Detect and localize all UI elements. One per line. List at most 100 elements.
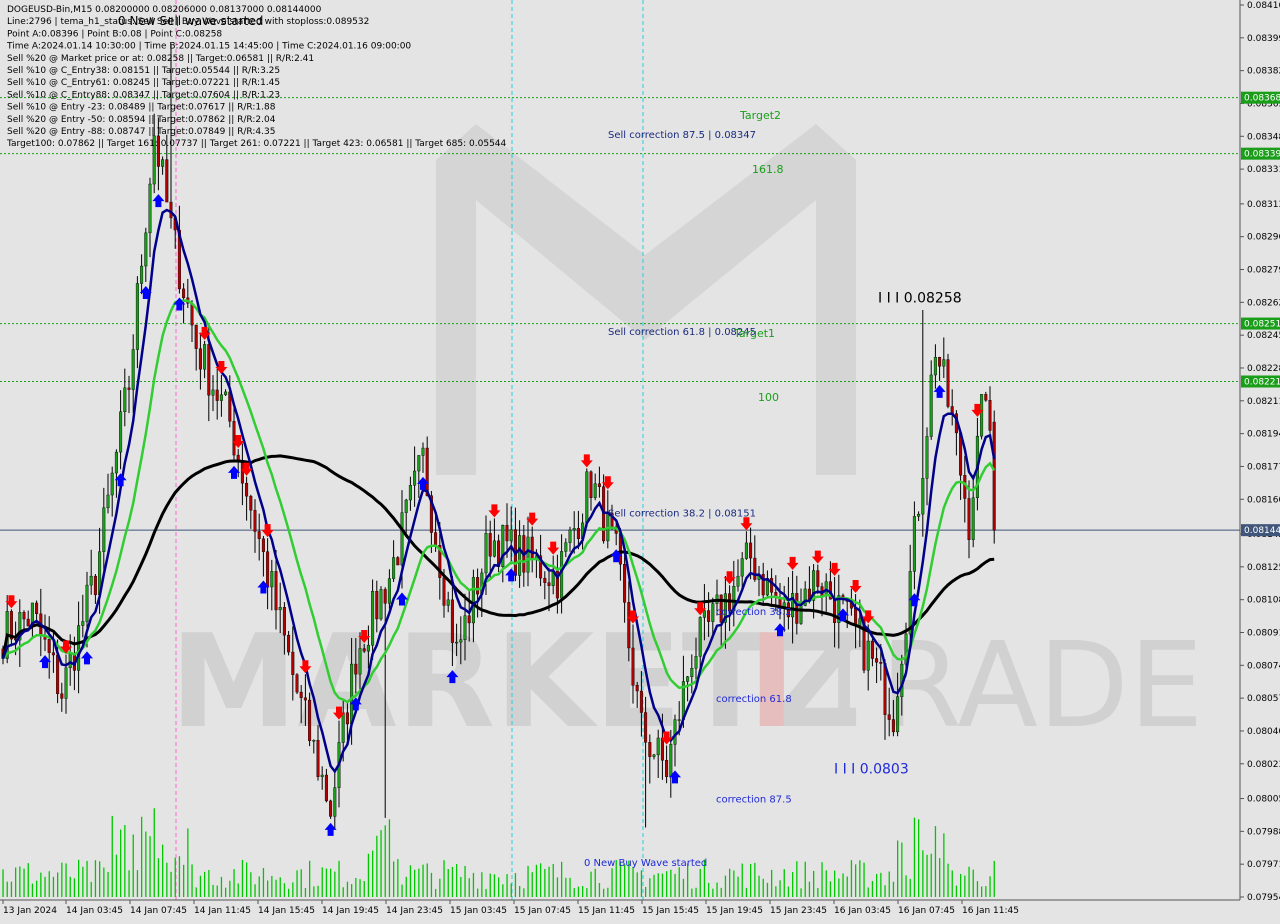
candle-body — [858, 618, 862, 626]
volume-bar — [187, 828, 189, 897]
price-tick-label: 0.08348 — [1247, 132, 1280, 142]
volume-bar — [262, 867, 265, 897]
candle-body — [635, 684, 639, 692]
volume-bar — [577, 886, 580, 897]
candle-body — [933, 357, 937, 376]
volume-bar — [603, 888, 605, 897]
volume-bar — [972, 869, 974, 897]
candle-body — [198, 348, 202, 370]
volume-bar — [380, 830, 382, 897]
volume-bar — [401, 884, 403, 897]
volume-bar — [418, 868, 420, 897]
candle-body — [833, 599, 837, 623]
candle-body — [925, 436, 929, 479]
volume-bar — [976, 881, 979, 897]
level-box-label-2: 0.08251 — [1244, 320, 1280, 330]
volume-bar — [981, 886, 983, 897]
candle-body — [908, 571, 912, 635]
volume-bar — [649, 878, 651, 897]
volume-bar — [880, 872, 882, 897]
candle-body — [560, 551, 564, 599]
volume-bar — [846, 876, 848, 897]
candle-body — [413, 470, 417, 486]
volume-bar — [279, 877, 281, 897]
volume-bar — [456, 864, 458, 897]
candle-body — [114, 451, 118, 474]
volume-bar — [393, 861, 395, 897]
volume-bar — [334, 871, 336, 897]
candle-body — [161, 159, 165, 167]
candle-body — [938, 357, 942, 367]
volume-bar — [947, 863, 949, 897]
volume-bar — [254, 884, 256, 897]
candle-body — [261, 538, 265, 552]
volume-bar — [10, 881, 13, 897]
volume-bar — [573, 888, 575, 897]
volume-bar — [23, 868, 25, 897]
price-tick-label: 0.08194 — [1247, 430, 1280, 440]
volume-bar — [834, 870, 836, 897]
volume-bar — [556, 877, 559, 897]
volume-bar — [376, 835, 378, 897]
volume-bar — [15, 867, 17, 897]
volume-bar — [212, 884, 214, 897]
volume-bar — [712, 888, 714, 897]
volume-bar — [678, 867, 680, 897]
volume-bar — [510, 883, 512, 897]
candle-body — [291, 651, 295, 675]
annotation-3: I I I 0.08258 — [878, 290, 962, 306]
volume-bar — [930, 853, 932, 897]
volume-bar — [716, 882, 718, 897]
time-tick-label: 14 Jan 15:45 — [258, 906, 315, 916]
candle-body — [505, 524, 509, 542]
volume-bar — [636, 872, 638, 897]
volume-bar — [397, 859, 399, 897]
volume-bar — [31, 883, 34, 897]
volume-bar — [611, 868, 613, 897]
candle-body — [320, 774, 324, 777]
volume-bar — [905, 875, 907, 897]
price-tick-label: 0.08160 — [1247, 495, 1280, 505]
price-tick-label: 0.08228 — [1247, 364, 1280, 374]
volume-bar — [993, 860, 995, 897]
candle-body — [383, 589, 387, 604]
candle-body — [702, 610, 706, 618]
volume-bar — [460, 876, 462, 897]
volume-bar — [699, 868, 701, 897]
volume-bar — [934, 826, 937, 897]
volume-bar — [720, 887, 722, 897]
volume-bar — [985, 886, 987, 897]
volume-bar — [300, 869, 302, 897]
volume-bar — [166, 862, 168, 897]
candle-body — [711, 603, 715, 622]
volume-bar — [783, 869, 785, 897]
candle-body — [408, 485, 412, 501]
volume-bar — [288, 888, 290, 897]
price-tick-label: 0.08296 — [1247, 233, 1280, 243]
volume-bar — [153, 808, 155, 897]
volume-bar — [178, 856, 181, 897]
candle-body — [266, 551, 270, 588]
candle-body — [673, 719, 677, 745]
volume-bar — [204, 871, 206, 897]
volume-bar — [78, 859, 80, 897]
info-line-7: Sell %10 @ C_Entry88: 0.08347 || Target:… — [7, 90, 280, 100]
volume-bar — [502, 884, 504, 897]
volume-bar — [292, 882, 294, 897]
candle-body — [509, 529, 513, 542]
volume-bar — [48, 871, 50, 897]
volume-bar — [863, 862, 865, 897]
candle-body — [648, 742, 652, 757]
volume-bar — [640, 870, 643, 897]
volume-bar — [544, 868, 546, 897]
volume-bar — [208, 869, 210, 897]
candle-body — [576, 528, 580, 539]
candle-body — [988, 400, 992, 431]
candle-body — [257, 531, 261, 539]
candle-body — [446, 599, 450, 606]
volume-bar — [922, 850, 924, 897]
candle-body — [564, 542, 568, 552]
candle-body — [896, 696, 900, 733]
volume-bar — [582, 886, 584, 897]
candle-body — [387, 578, 391, 604]
